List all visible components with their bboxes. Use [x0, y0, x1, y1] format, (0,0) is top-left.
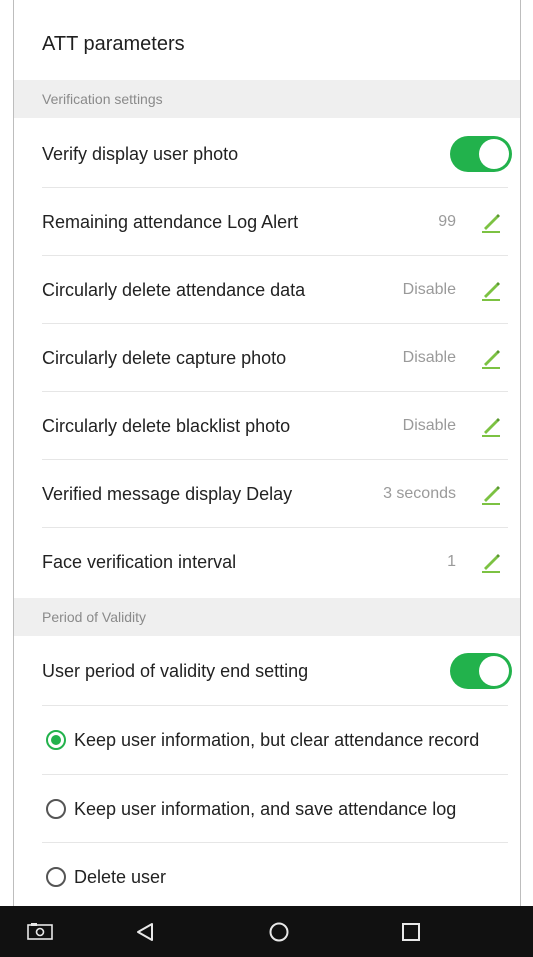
- radio-label: Keep user information, and save attendan…: [74, 798, 457, 819]
- setting-label: Circularly delete blacklist photo: [42, 415, 291, 436]
- radio-button[interactable]: [46, 867, 66, 887]
- section-header-verification: Verification settings: [14, 80, 520, 118]
- setting-face-interval[interactable]: Face verification interval 1: [14, 528, 520, 596]
- setting-value: Disable: [402, 281, 456, 298]
- pencil-icon[interactable]: [478, 413, 504, 439]
- setting-validity-end[interactable]: User period of validity end setting: [14, 637, 520, 705]
- pencil-icon[interactable]: [478, 209, 504, 235]
- radio-dot: [51, 735, 61, 745]
- back-triangle-icon[interactable]: [130, 906, 160, 957]
- radio-option-keep-save[interactable]: Keep user information, and save attendan…: [14, 775, 533, 843]
- home-circle-icon[interactable]: [264, 906, 294, 957]
- setting-label: Remaining attendance Log Alert: [42, 211, 299, 232]
- setting-label: User period of validity end setting: [42, 660, 309, 681]
- validity-end-toggle[interactable]: [450, 653, 512, 689]
- toggle-knob: [479, 656, 509, 686]
- setting-value: 3 seconds: [383, 485, 456, 502]
- setting-value: 99: [438, 213, 456, 230]
- setting-label: Verify display user photo: [42, 143, 239, 164]
- toggle-knob: [479, 139, 509, 169]
- pencil-icon[interactable]: [478, 277, 504, 303]
- radio-label: Keep user information, but clear attenda…: [74, 729, 480, 750]
- page-title: ATT parameters: [42, 32, 185, 55]
- setting-value: Disable: [402, 417, 456, 434]
- pencil-icon[interactable]: [478, 345, 504, 371]
- setting-verify-photo[interactable]: Verify display user photo: [14, 120, 520, 188]
- setting-log-alert[interactable]: Remaining attendance Log Alert 99: [14, 188, 520, 256]
- setting-value: Disable: [402, 349, 456, 366]
- pencil-icon[interactable]: [478, 481, 504, 507]
- setting-delete-blacklist[interactable]: Circularly delete blacklist photo Disabl…: [14, 392, 520, 460]
- pencil-icon[interactable]: [478, 549, 504, 575]
- radio-button-checked[interactable]: [46, 730, 66, 750]
- setting-label: Circularly delete capture photo: [42, 347, 287, 368]
- radio-button[interactable]: [46, 799, 66, 819]
- screenshot-icon[interactable]: [22, 906, 58, 957]
- navigation-bar: [0, 906, 533, 957]
- radio-label: Delete user: [74, 866, 167, 887]
- setting-value: 1: [447, 553, 456, 570]
- setting-label: Face verification interval: [42, 551, 237, 572]
- verify-photo-toggle[interactable]: [450, 136, 512, 172]
- setting-delete-attendance[interactable]: Circularly delete attendance data Disabl…: [14, 256, 520, 324]
- radio-option-keep-clear[interactable]: Keep user information, but clear attenda…: [14, 706, 533, 774]
- setting-delete-capture[interactable]: Circularly delete capture photo Disable: [14, 324, 520, 392]
- setting-label: Circularly delete attendance data: [42, 279, 306, 300]
- radio-option-delete-user[interactable]: Delete user: [14, 843, 533, 911]
- setting-message-delay[interactable]: Verified message display Delay 3 seconds: [14, 460, 520, 528]
- recents-square-icon[interactable]: [396, 906, 426, 957]
- settings-screen: ATT parameters Verification settings Ver…: [0, 0, 533, 957]
- section-header-validity: Period of Validity: [14, 598, 520, 636]
- setting-label: Verified message display Delay: [42, 483, 293, 504]
